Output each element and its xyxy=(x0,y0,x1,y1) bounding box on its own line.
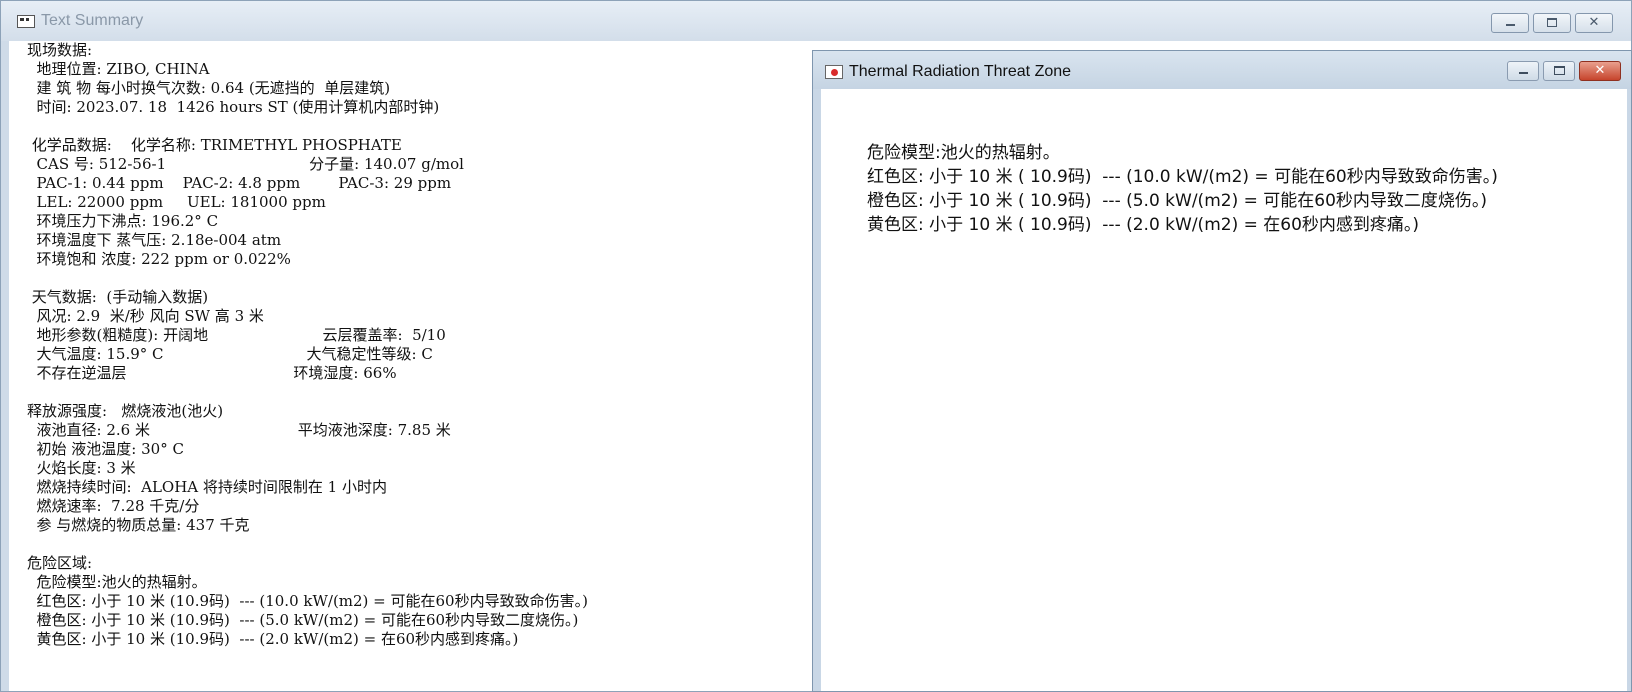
summary-line: 黄色区: 小于 10 米 (10.9码) --- (2.0 kW/(m2) = … xyxy=(27,630,519,648)
text-summary-titlebar[interactable]: Text Summary xyxy=(1,1,1631,41)
summary-line: 燃烧速率: 7.28 千克/分 xyxy=(27,497,200,515)
summary-line: 环境温度下 蒸气压: 2.18e-004 atm xyxy=(27,231,282,249)
summary-line: 液池直径: 2.6 米 平均液池深度: 7.85 米 xyxy=(27,421,451,439)
child-window-controls xyxy=(1507,61,1621,81)
threat-zone-titlebar[interactable]: Thermal Radiation Threat Zone xyxy=(813,51,1631,89)
child-minimize-button[interactable] xyxy=(1507,61,1539,81)
summary-line: 环境压力下沸点: 196.2° C xyxy=(27,212,219,230)
summary-line: 初始 液池温度: 30° C xyxy=(27,440,184,458)
summary-line: 现场数据: xyxy=(27,41,93,59)
child-maximize-button[interactable] xyxy=(1543,61,1575,81)
summary-line: 不存在逆温层 环境湿度: 66% xyxy=(27,364,397,382)
summary-line: 红色区: 小于 10 米 (10.9码) --- (10.0 kW/(m2) =… xyxy=(27,592,588,610)
summary-line: 橙色区: 小于 10 米 (10.9码) --- (5.0 kW/(m2) = … xyxy=(27,611,579,629)
summary-line: 地形参数(粗糙度): 开阔地 云层覆盖率: 5/10 xyxy=(27,326,446,344)
window-controls xyxy=(1491,13,1613,33)
orange-zone-line: 橙色区: 小于 10 米 ( 10.9码) --- (5.0 kW/(m2) =… xyxy=(867,191,1488,211)
summary-line: 地理位置: ZIBO, CHINA xyxy=(27,60,210,78)
summary-line: LEL: 22000 ppm UEL: 181000 ppm xyxy=(27,193,326,211)
child-close-button[interactable] xyxy=(1579,61,1621,81)
summary-line: 风况: 2.9 米/秒 风向 SW 高 3 米 xyxy=(27,307,264,325)
summary-line: 建 筑 物 每小时换气次数: 0.64 (无遮挡的 单层建筑) xyxy=(27,79,391,97)
close-button[interactable] xyxy=(1575,13,1613,33)
maximize-button[interactable] xyxy=(1533,13,1571,33)
summary-line: 危险区域: xyxy=(27,554,93,572)
summary-line: 释放源强度: 燃烧液池(池火) xyxy=(27,402,224,420)
summary-line: 环境饱和 浓度: 222 ppm or 0.022% xyxy=(27,250,291,268)
summary-line: 燃烧持续时间: ALOHA 将持续时间限制在 1 小时内 xyxy=(27,478,387,496)
window-title: Text Summary xyxy=(41,12,144,29)
summary-line: 大气温度: 15.9° C 大气稳定性等级: C xyxy=(27,345,433,363)
summary-line: 火焰长度: 3 米 xyxy=(27,459,136,477)
summary-line: 危险模型:池火的热辐射。 xyxy=(27,573,207,591)
yellow-zone-line: 黄色区: 小于 10 米 ( 10.9码) --- (2.0 kW/(m2) =… xyxy=(867,215,1420,235)
red-zone-line: 红色区: 小于 10 米 ( 10.9码) --- (10.0 kW/(m2) … xyxy=(867,167,1498,187)
summary-line: 时间: 2023.07. 18 1426 hours ST (使用计算机内部时钟… xyxy=(27,98,440,116)
summary-line: 参 与燃烧的物质总量: 437 千克 xyxy=(27,516,250,534)
summary-line: CAS 号: 512-56-1 分子量: 140.07 g/mol xyxy=(27,155,464,173)
threat-zone-window: Thermal Radiation Threat Zone 危险模型:池火的热辐… xyxy=(812,50,1632,692)
summary-line: PAC-1: 0.44 ppm PAC-2: 4.8 ppm PAC-3: 29… xyxy=(27,174,452,192)
minimize-button[interactable] xyxy=(1491,13,1529,33)
threat-zone-title: Thermal Radiation Threat Zone xyxy=(849,63,1072,80)
app-window-icon xyxy=(17,15,35,28)
summary-line: 天气数据: (手动输入数据) xyxy=(27,288,209,306)
threat-model-line: 危险模型:池火的热辐射。 xyxy=(867,143,1060,163)
threat-zone-text-area: 危险模型:池火的热辐射。 红色区: 小于 10 米 ( 10.9码) --- (… xyxy=(821,89,1627,691)
threat-zone-window-icon xyxy=(825,65,843,79)
summary-line: 化学品数据: 化学名称: TRIMETHYL PHOSPHATE xyxy=(27,136,402,154)
